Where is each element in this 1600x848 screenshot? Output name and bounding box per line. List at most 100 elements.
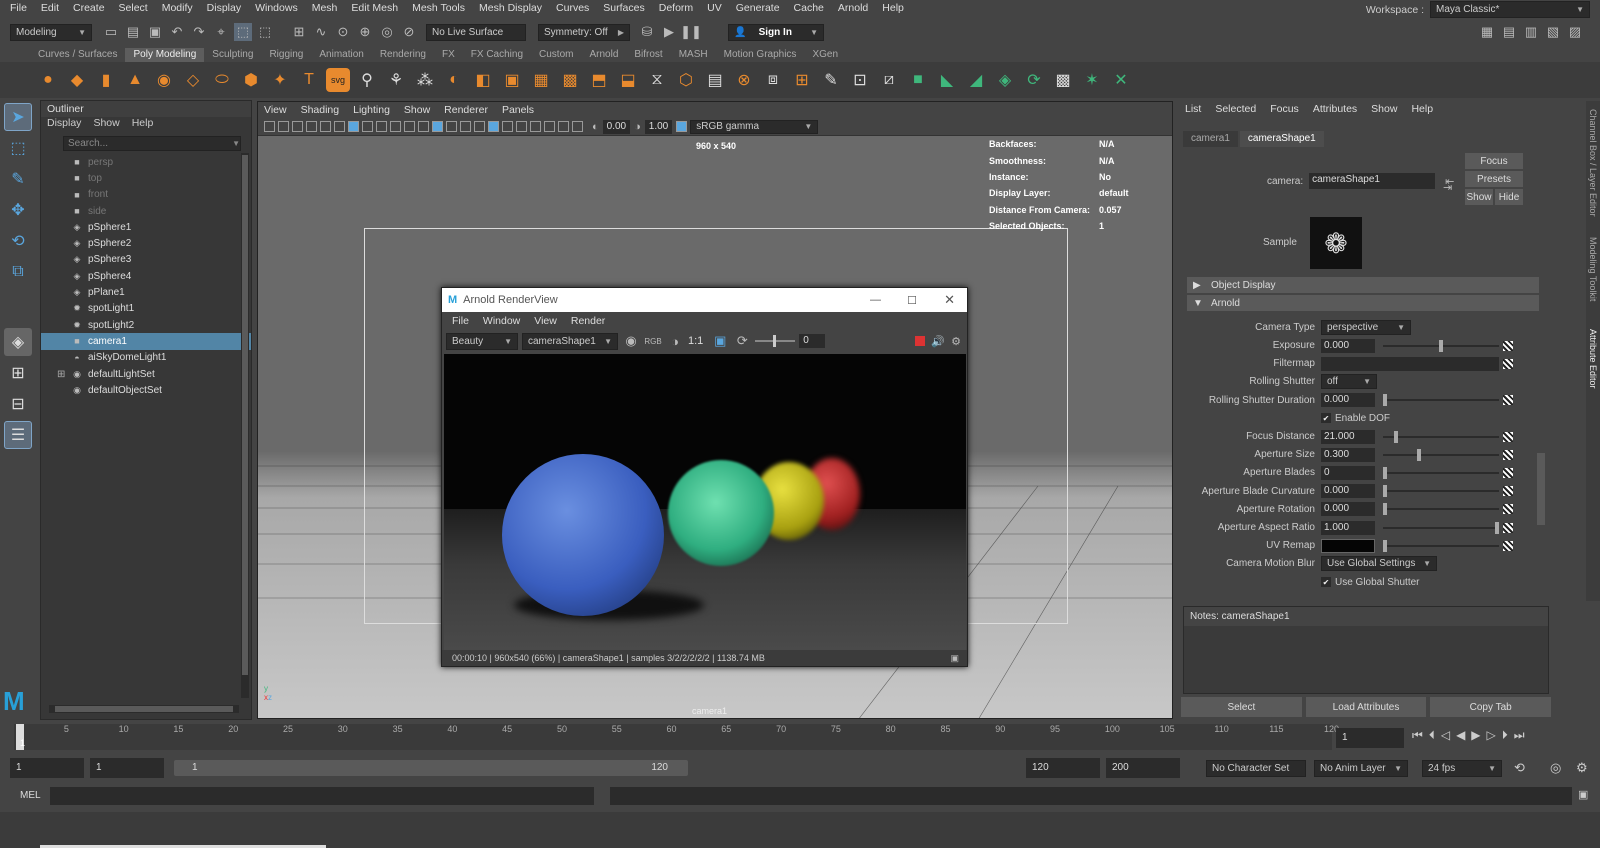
menu-cache[interactable]: Cache — [794, 2, 824, 14]
map-icon[interactable] — [1503, 540, 1513, 551]
loop-icon[interactable]: ⟲ — [1514, 760, 1525, 776]
paint-select-icon[interactable]: ✎ — [4, 165, 32, 193]
menu-select[interactable]: Select — [119, 2, 148, 14]
field-chart-icon[interactable] — [390, 121, 401, 132]
outliner-item-front[interactable]: ■ front — [41, 187, 251, 203]
aperture-blade-curvature-slider[interactable] — [1383, 485, 1499, 498]
snap-view-icon[interactable]: ◎ — [378, 23, 396, 41]
symmetry-dropdown[interactable]: Symmetry: Off ▶ — [538, 23, 630, 41]
range-bar[interactable]: 1 120 — [174, 760, 688, 776]
outliner-item-persp[interactable]: ■ persp — [41, 154, 251, 170]
slider-handle[interactable] — [1383, 539, 1387, 552]
multi-cut-icon[interactable]: ⧖ — [645, 68, 669, 92]
exposure-field[interactable]: 0.000 — [1321, 338, 1375, 353]
film-gate-icon[interactable] — [348, 121, 359, 132]
renderview-menu-view[interactable]: View — [534, 315, 557, 327]
mel-label[interactable]: MEL — [20, 790, 41, 801]
uv-remap-slider[interactable] — [1383, 539, 1499, 552]
2d-pan-icon[interactable] — [306, 121, 317, 132]
shelf-tab-rendering[interactable]: Rendering — [372, 48, 434, 62]
channel-box-icon[interactable]: ▤ — [1500, 23, 1518, 41]
slider-handle[interactable] — [1383, 466, 1387, 479]
bridge-icon[interactable]: ▦ — [529, 68, 553, 92]
tab-modeling-toolkit[interactable]: Modeling Toolkit — [1588, 237, 1598, 301]
viewport-menu-panels[interactable]: Panels — [502, 104, 534, 116]
filtermap-field[interactable] — [1321, 356, 1499, 371]
map-icon[interactable] — [1503, 431, 1513, 442]
outliner-item-top[interactable]: ■ top — [41, 170, 251, 186]
select-hierarchy-icon[interactable]: ⌖ — [212, 23, 230, 41]
stop-icon[interactable] — [915, 336, 926, 346]
shelf-tab-fx[interactable]: FX — [434, 48, 463, 62]
channels-icon[interactable]: ◑ — [666, 332, 684, 350]
shelf-tab-bifrost[interactable]: Bifrost — [626, 48, 670, 62]
smooth-shade-icon[interactable] — [432, 121, 443, 132]
snap-live-icon[interactable]: ⊘ — [400, 23, 418, 41]
svg-icon[interactable]: svg — [326, 68, 350, 92]
slide-edge-icon[interactable]: ⧄ — [877, 68, 901, 92]
play-forward-icon[interactable]: ▶ — [1471, 728, 1480, 743]
lasso-tool-icon[interactable]: ⬚ — [4, 134, 32, 162]
outliner-item-defaultlightset[interactable]: ⊞ ◉ defaultLightSet — [41, 366, 251, 382]
menu-mesh-tools[interactable]: Mesh Tools — [412, 2, 465, 14]
textured-icon[interactable] — [460, 121, 471, 132]
poly-disc-icon[interactable]: ⬭ — [210, 68, 234, 92]
snap-projected-icon[interactable]: ⊕ — [356, 23, 374, 41]
platonic-solid-icon[interactable]: ⬢ — [239, 68, 263, 92]
layout-icon[interactable]: ▦ — [1478, 23, 1496, 41]
shelf-tab-curves-surfaces[interactable]: Curves / Surfaces — [30, 48, 125, 62]
start-frame-field[interactable]: 1 — [10, 758, 84, 778]
outliner-item-psphere1[interactable]: ◈ pSphere1 — [41, 219, 251, 235]
snap-grid-icon[interactable]: ⊞ — [290, 23, 308, 41]
shelf-tab-motion-graphics[interactable]: Motion Graphics — [716, 48, 805, 62]
go-end-icon[interactable]: ⏭ — [1514, 728, 1525, 743]
step-forward-key-icon[interactable]: ⏵ — [1502, 728, 1508, 743]
slider-handle[interactable] — [1439, 339, 1443, 352]
attribute-editor-icon[interactable]: ▥ — [1522, 23, 1540, 41]
extrude-icon[interactable]: ▣ — [500, 68, 524, 92]
connect-icon[interactable]: ⊡ — [848, 68, 872, 92]
auto-key-icon[interactable]: ◎ — [1550, 760, 1561, 776]
new-scene-icon[interactable]: ▭ — [102, 23, 120, 41]
ae-scrollbar[interactable] — [1537, 453, 1545, 525]
command-input[interactable] — [50, 787, 594, 805]
ae-menu-show[interactable]: Show — [1371, 103, 1397, 115]
focus-distance-slider[interactable] — [1383, 430, 1499, 443]
grease-pencil-icon[interactable] — [320, 121, 331, 132]
isolate-icon[interactable] — [558, 121, 569, 132]
go-start-icon[interactable]: ⏮ — [1412, 728, 1423, 743]
shelf-tab-xgen[interactable]: XGen — [804, 48, 846, 62]
outliner-menu-show[interactable]: Show — [93, 117, 119, 133]
renderview-menu-window[interactable]: Window — [483, 315, 520, 327]
select-component-icon[interactable]: ⬚ — [256, 23, 274, 41]
outliner-item-psphere4[interactable]: ◈ pSphere4 — [41, 268, 251, 284]
menu-edit-mesh[interactable]: Edit Mesh — [351, 2, 398, 14]
outliner-search-field[interactable]: Search... ▼ — [63, 136, 241, 151]
menu-create[interactable]: Create — [73, 2, 105, 14]
fill-hole-icon[interactable]: ⬒ — [587, 68, 611, 92]
viewport-menu-shading[interactable]: Shading — [301, 104, 340, 116]
sign-in-button[interactable]: 👤 Sign In ▼ — [728, 23, 824, 41]
section-arnold[interactable]: ▼ Arnold — [1187, 295, 1539, 311]
sew-uv-icon[interactable]: ✶ — [1080, 68, 1104, 92]
camera-type-dropdown[interactable]: perspective ▼ — [1321, 320, 1411, 335]
step-forward-icon[interactable]: ▷ — [1487, 728, 1496, 743]
workspace-dropdown[interactable]: Maya Classic* ▼ — [1430, 1, 1590, 18]
shelf-tab-sculpting[interactable]: Sculpting — [204, 48, 261, 62]
xray-icon[interactable] — [502, 121, 513, 132]
tab-attribute-editor[interactable]: Attribute Editor — [1588, 329, 1598, 389]
rolling-shutter-duration-field[interactable]: 0.000 — [1321, 393, 1375, 408]
aperture-blades-field[interactable]: 0 — [1321, 465, 1375, 480]
show-button[interactable]: Show — [1465, 189, 1493, 205]
map-icon[interactable] — [1503, 395, 1513, 406]
ipr-icon[interactable]: 🔊 — [931, 335, 945, 348]
use-global-shutter-checkbox[interactable]: ✔ — [1321, 577, 1331, 588]
map-icon[interactable] — [1503, 340, 1513, 351]
shelf-tab-poly-modeling[interactable]: Poly Modeling — [125, 48, 205, 62]
shelf-tab-rigging[interactable]: Rigging — [261, 48, 311, 62]
playback-start-field[interactable]: 1 — [90, 758, 164, 778]
poly-torus-icon[interactable]: ◉ — [152, 68, 176, 92]
frame-field[interactable]: 0 — [799, 334, 826, 348]
select-tool-icon[interactable]: ➤ — [4, 103, 32, 131]
step-back-icon[interactable]: ◁ — [1441, 728, 1450, 743]
